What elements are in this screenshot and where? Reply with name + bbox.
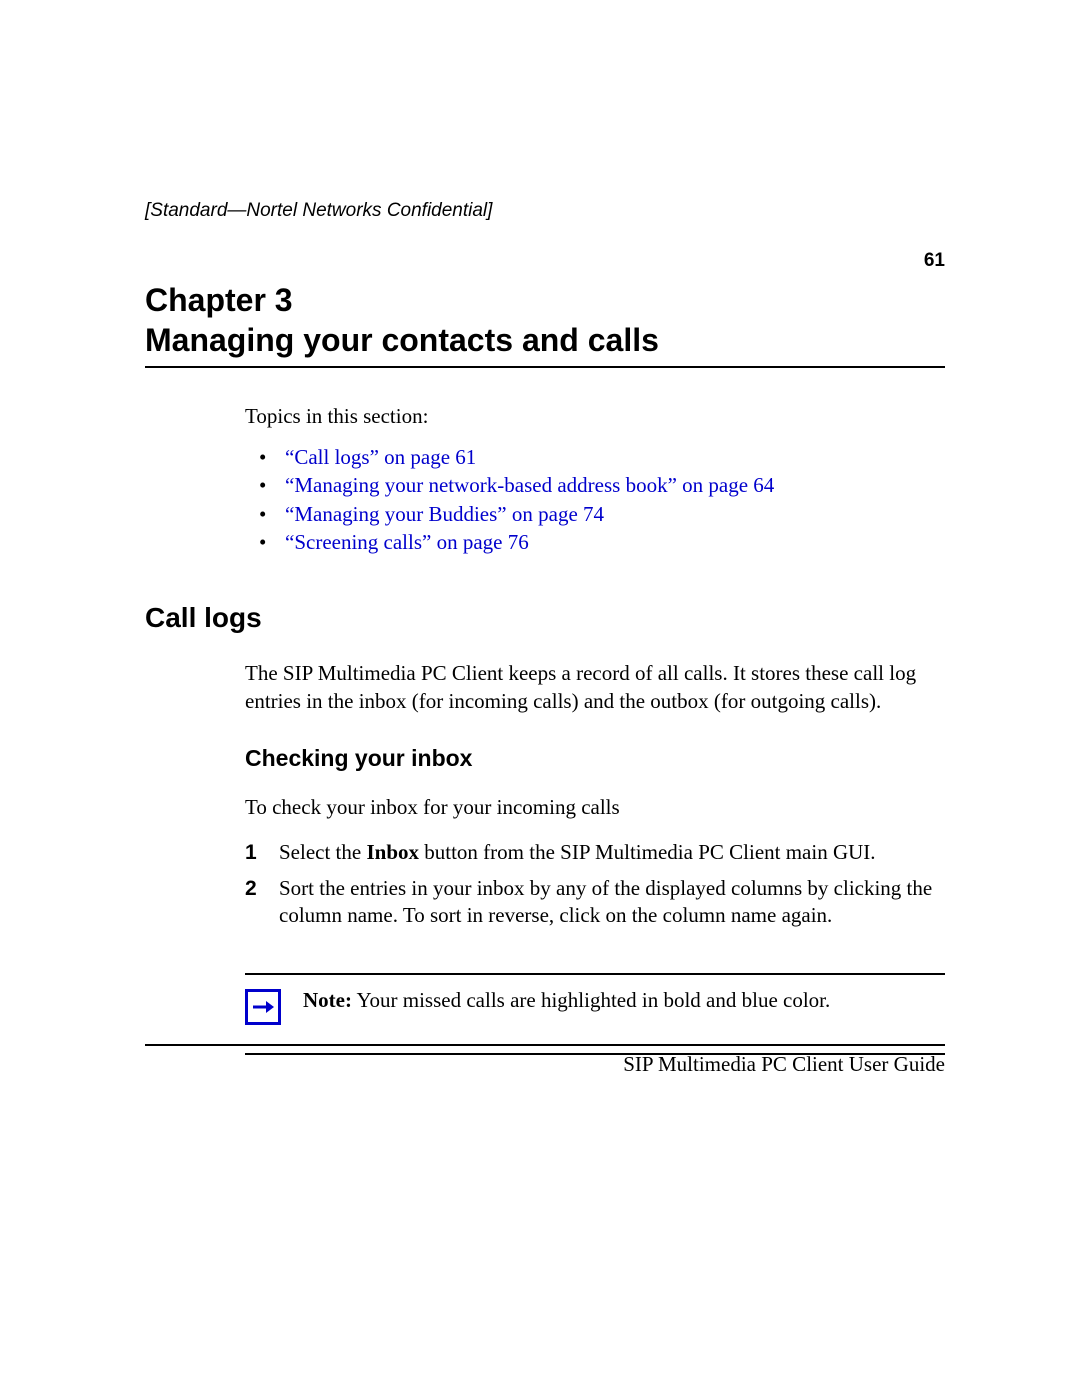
step-text-pre: Select the xyxy=(279,840,366,864)
steps-list: 1 Select the Inbox button from the SIP M… xyxy=(245,839,945,929)
topics-list: “Call logs” on page 61 “Managing your ne… xyxy=(245,443,945,556)
topic-link[interactable]: “Call logs” on page 61 xyxy=(285,445,476,469)
step-item: 1 Select the Inbox button from the SIP M… xyxy=(245,839,945,866)
step-item: 2 Sort the entries in your inbox by any … xyxy=(245,875,945,930)
note-lead: Note: xyxy=(303,988,352,1012)
section-body: The SIP Multimedia PC Client keeps a rec… xyxy=(245,660,945,1055)
page-number: 61 xyxy=(145,250,945,272)
note-block: Note: Your missed calls are highlighted … xyxy=(245,973,945,1055)
confidential-header: [Standard—Nortel Networks Confidential] xyxy=(145,200,945,222)
section-heading: Call logs xyxy=(145,602,945,634)
chapter-heading-block: Chapter 3 Managing your contacts and cal… xyxy=(145,280,945,368)
chapter-title: Managing your contacts and calls xyxy=(145,320,945,360)
topics-block: Topics in this section: “Call logs” on p… xyxy=(245,404,945,556)
page-footer: SIP Multimedia PC Client User Guide xyxy=(145,1044,945,1077)
step-text-post: button from the SIP Multimedia PC Client… xyxy=(419,840,876,864)
step-number: 1 xyxy=(245,839,257,866)
document-page: [Standard—Nortel Networks Confidential] … xyxy=(0,0,1080,1397)
chapter-label: Chapter 3 xyxy=(145,280,945,320)
topic-link[interactable]: “Managing your Buddies” on page 74 xyxy=(285,502,604,526)
step-number: 2 xyxy=(245,875,257,902)
subsection-intro: To check your inbox for your incoming ca… xyxy=(245,794,945,821)
topic-link[interactable]: “Screening calls” on page 76 xyxy=(285,530,529,554)
subsection-heading: Checking your inbox xyxy=(245,745,945,772)
note-text: Note: Your missed calls are highlighted … xyxy=(303,987,830,1014)
arrow-right-icon xyxy=(245,989,281,1025)
section-paragraph: The SIP Multimedia PC Client keeps a rec… xyxy=(245,660,945,715)
topic-link[interactable]: “Managing your network-based address boo… xyxy=(285,473,774,497)
step-text-bold: Inbox xyxy=(366,840,419,864)
note-body: Your missed calls are highlighted in bol… xyxy=(352,988,830,1012)
topics-intro: Topics in this section: xyxy=(245,404,945,429)
step-text-pre: Sort the entries in your inbox by any of… xyxy=(279,876,932,927)
footer-text: SIP Multimedia PC Client User Guide xyxy=(145,1044,945,1077)
